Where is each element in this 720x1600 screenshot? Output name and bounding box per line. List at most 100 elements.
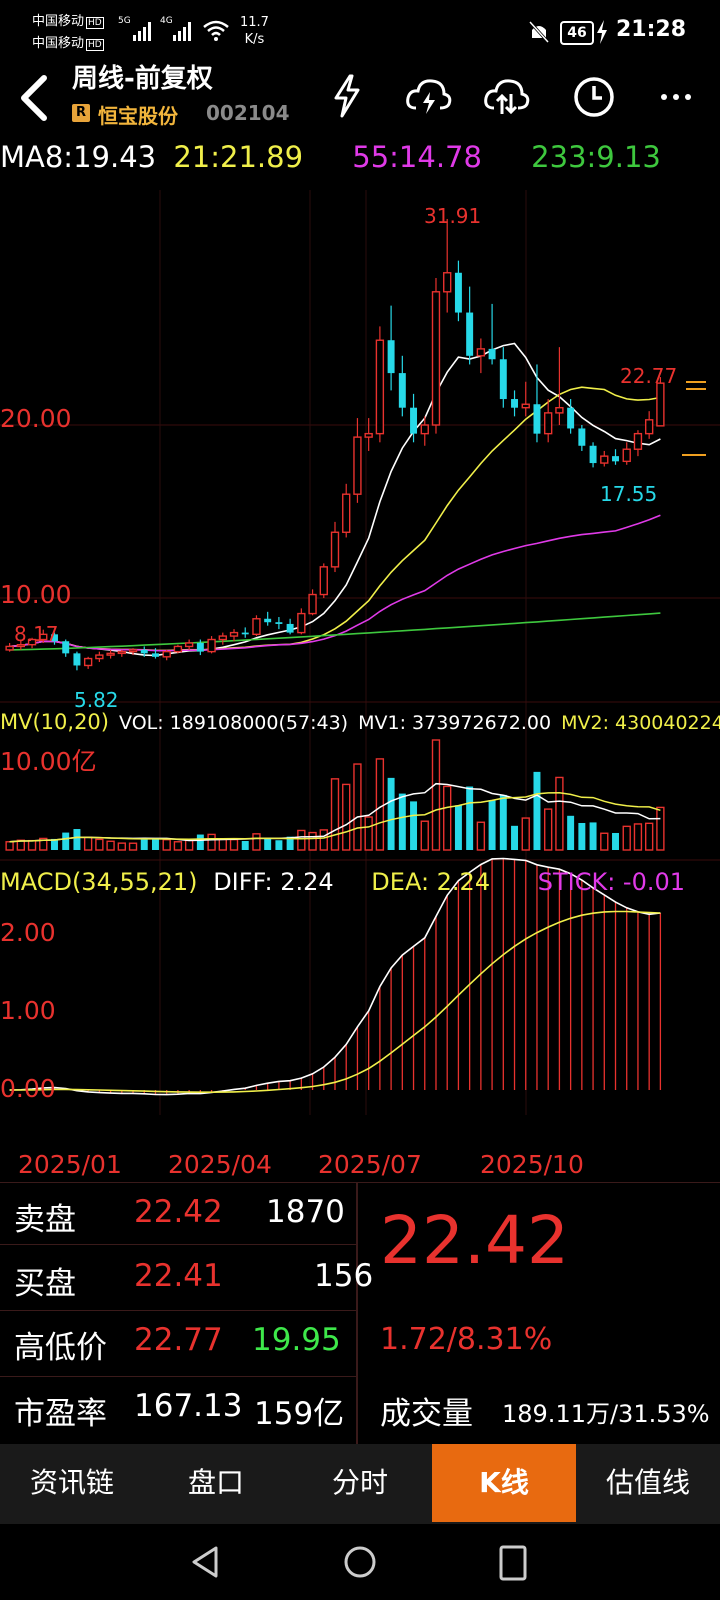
candle-body xyxy=(330,531,340,568)
volume-bar xyxy=(5,841,14,851)
ma-legend: MA8:19.43 21:21.89 55:14.78 233:9.13 xyxy=(0,140,661,176)
volume-value: 189.11万/31.53% xyxy=(502,1400,710,1428)
cloud-sync-icon[interactable] xyxy=(482,72,530,120)
tab-order-book[interactable]: 盘口 xyxy=(144,1444,288,1522)
volume-label: 成交量 xyxy=(380,1396,473,1432)
buy-label: 买盘 xyxy=(14,1266,76,1302)
candle-body xyxy=(106,652,115,656)
ma233-line xyxy=(9,612,661,651)
candle-body xyxy=(431,291,441,426)
candle-body xyxy=(544,412,553,435)
signal-2-icon xyxy=(173,22,191,41)
volume-bar xyxy=(633,823,643,851)
ma8-value: MA8:19.43 xyxy=(0,140,157,174)
tab-valuation[interactable]: 估值线 xyxy=(576,1444,720,1522)
candle-body xyxy=(117,650,126,655)
volume-bar xyxy=(27,839,37,851)
volume-bar xyxy=(95,838,104,851)
quote-panel: 卖盘 22.42 1870 买盘 22.41 156 高低价 22.77 19.… xyxy=(0,1182,720,1444)
home-nav-icon[interactable] xyxy=(342,1544,378,1580)
candle-body xyxy=(73,653,81,666)
candle-body xyxy=(555,407,564,414)
dea-value: DEA: 2.24 xyxy=(371,868,491,896)
battery-icon: 46 xyxy=(560,21,594,45)
volume-bar xyxy=(184,839,194,851)
macd-header: MACD(34,55,21) DIFF: 2.24 DEA: 2.24 STIC… xyxy=(0,868,685,896)
volume-bar xyxy=(511,825,519,850)
candle-body xyxy=(521,403,530,409)
volume-bar xyxy=(499,794,507,850)
price-change: 1.72/8.31% xyxy=(380,1322,553,1357)
recent-nav-icon[interactable] xyxy=(496,1544,530,1582)
volume-bar xyxy=(117,842,126,851)
mv2-value: MV2: 430040224.00 xyxy=(561,712,720,734)
more-icon[interactable] xyxy=(654,72,702,120)
candle-body xyxy=(83,657,93,667)
volume-bar xyxy=(297,829,306,851)
volume-bar xyxy=(196,834,204,850)
sell-label: 卖盘 xyxy=(14,1202,76,1238)
volume-bar xyxy=(173,841,183,851)
price-y-10: 10.00 xyxy=(0,580,72,609)
volume-bar xyxy=(275,840,283,850)
pe-label: 市盈率 xyxy=(14,1396,107,1432)
candle-body xyxy=(499,359,507,400)
volume-bar xyxy=(252,833,261,851)
volume-bar xyxy=(466,786,474,850)
sell-qty: 1870 xyxy=(266,1194,345,1230)
mv1-value: MV1: 373972672.00 xyxy=(358,712,552,734)
left-high-label: 8.17 xyxy=(14,622,59,646)
cloud-lightning-icon[interactable] xyxy=(404,72,452,120)
candle-body xyxy=(218,635,227,641)
candle-body xyxy=(5,645,14,651)
volume-bar xyxy=(533,771,541,850)
candle-body xyxy=(656,382,665,427)
mv-name: MV(10,20) xyxy=(0,710,109,734)
volume-bar xyxy=(410,801,418,850)
candle-body xyxy=(622,448,631,463)
ma55-value: 55:14.78 xyxy=(352,140,482,174)
mute-icon xyxy=(528,20,550,44)
page-title: 周线-前复权 xyxy=(72,64,213,94)
candle-body xyxy=(511,399,519,408)
candle-body xyxy=(644,419,654,435)
system-nav-bar xyxy=(0,1524,720,1600)
tab-kline[interactable]: K线 xyxy=(432,1444,576,1522)
clock-icon[interactable] xyxy=(570,72,618,120)
volume-bar xyxy=(589,822,597,850)
volume-bar xyxy=(364,816,373,851)
volume-bar xyxy=(241,841,249,850)
macd-y-1: 1.00 xyxy=(0,996,56,1025)
volume-bar xyxy=(521,817,530,851)
lightning-icon[interactable] xyxy=(324,72,372,120)
back-icon[interactable] xyxy=(14,72,58,124)
chart-grid xyxy=(0,190,720,1115)
volume-header: MV(10,20) VOL: 189108000(57:43) MV1: 373… xyxy=(0,710,720,734)
back-nav-icon[interactable] xyxy=(188,1544,222,1580)
volume-bar xyxy=(319,829,328,851)
candle-body xyxy=(140,649,148,654)
candle-body xyxy=(95,654,104,660)
kline-chart[interactable] xyxy=(0,180,720,1115)
x-tick-2025-04: 2025/04 xyxy=(168,1150,272,1179)
charging-icon xyxy=(597,20,607,44)
volume-bar xyxy=(431,739,441,851)
volume-bar xyxy=(656,806,665,851)
low-price: 19.95 xyxy=(252,1322,341,1358)
stick-value: STICK: -0.01 xyxy=(537,868,686,896)
stock-name[interactable]: 恒宝股份 xyxy=(98,100,178,129)
volume-y-label: 10.00亿 xyxy=(0,747,97,776)
price-marker xyxy=(686,381,706,390)
volume-bar xyxy=(375,758,385,851)
tab-intraday[interactable]: 分时 xyxy=(288,1444,432,1522)
volume-bar xyxy=(83,836,93,851)
candle-body xyxy=(633,432,643,450)
ma21-value: 21:21.89 xyxy=(173,140,304,174)
candle-body xyxy=(476,348,486,357)
low-label: 17.55 xyxy=(600,482,658,506)
volume-bar xyxy=(308,831,317,851)
net-speed: 11.7 K/s xyxy=(240,15,269,47)
candle-body xyxy=(612,456,619,462)
tab-news-chain[interactable]: 资讯链 xyxy=(0,1444,144,1522)
candle-body xyxy=(207,638,216,653)
